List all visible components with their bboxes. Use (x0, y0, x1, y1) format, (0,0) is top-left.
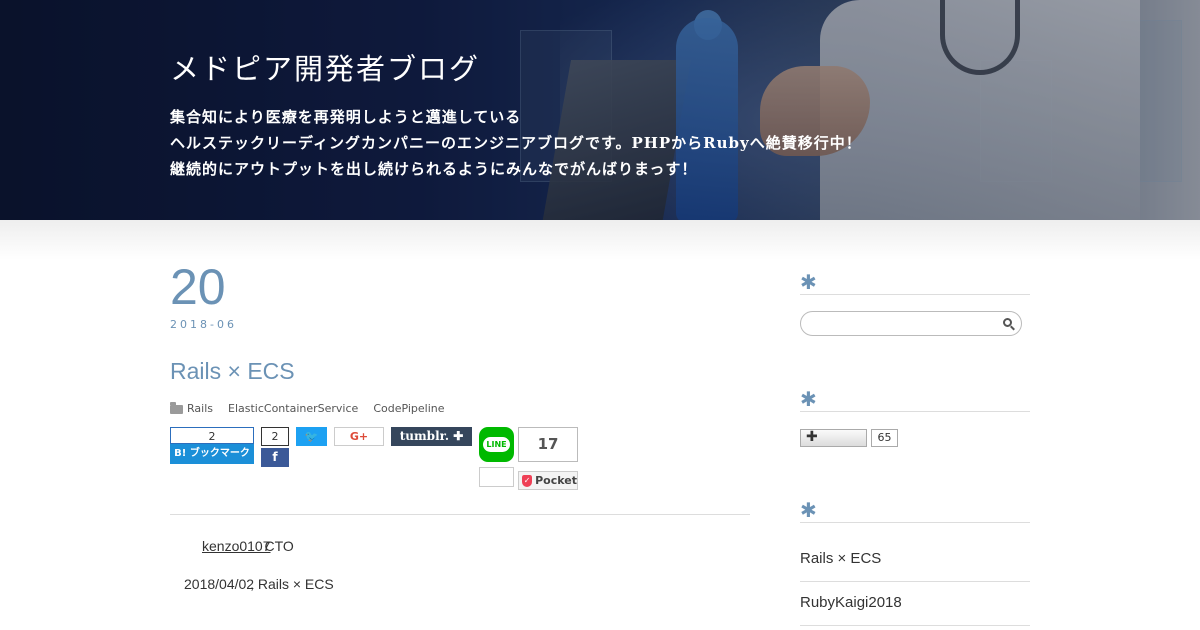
hatena-bookmark-count: 2 (170, 427, 254, 444)
recent-post-link[interactable]: Rails × ECS (800, 550, 881, 567)
list-item: RubyKaigi2018 (800, 582, 1030, 626)
tagline-line: ヘルステックリーディングカンパニーのエンジニアブログです。PHPからRubyへ絶… (170, 134, 862, 152)
pocket-save-button[interactable]: ✓ Pocket (518, 471, 578, 490)
post-date-year-month: 2018-06 (170, 318, 237, 331)
category-link[interactable]: ElasticContainerService (228, 402, 358, 415)
pocket-save-count: 17 (518, 427, 578, 462)
facebook-share-count: 2 (261, 427, 289, 446)
folder-icon (170, 401, 183, 414)
category-link[interactable]: Rails (187, 402, 213, 415)
recent-post-link[interactable]: RubyKaigi2018 (800, 594, 902, 611)
author-role: CTO (264, 538, 294, 554)
search-input[interactable] (809, 315, 993, 334)
tumblr-share-button[interactable]: tumblr. ✚ (391, 427, 472, 446)
post-body-text: , Rails × ECS (250, 576, 334, 592)
twitter-share-button[interactable]: 🐦 (296, 427, 327, 446)
hatena-bookmark-label: B! ブックマーク (170, 444, 254, 464)
tagline-line: 集合知により医療を再発明しようと邁進している (170, 108, 522, 126)
recent-posts-list: Rails × ECS RubyKaigi2018 (800, 538, 1030, 626)
post-title[interactable]: Rails × ECS (170, 358, 295, 385)
twitter-bird-icon: 🐦 (304, 430, 319, 443)
post-author-line: kenzo0107CTO (202, 538, 294, 554)
line-share-button[interactable]: LINE (479, 427, 514, 462)
post-date-day: 20 (170, 259, 226, 315)
line-icon: LINE (483, 437, 510, 452)
hatena-bookmark-button[interactable]: 2 B! ブックマーク (170, 427, 254, 467)
site-title[interactable]: メドピア開発者ブログ (170, 46, 480, 88)
follow-button[interactable]: ✚ (800, 429, 867, 447)
post-body-date: 2018/04/02 (184, 576, 255, 592)
facebook-share-button[interactable]: 2 f (261, 427, 289, 467)
search-icon[interactable] (1003, 318, 1012, 327)
pocket-icon: ✓ (522, 474, 533, 487)
widget-title-follow: ✱ (800, 387, 1030, 412)
pocket-label: Pocket (535, 474, 577, 487)
author-link[interactable]: kenzo0107 (202, 538, 271, 554)
widget-title-recent: ✱ (800, 498, 1030, 523)
site-tagline: 集合知により医療を再発明しようと邁進している ヘルステックリーディングカンパニー… (170, 104, 862, 182)
post-divider (170, 514, 750, 515)
facebook-icon: f (261, 448, 289, 467)
search-box[interactable] (800, 311, 1022, 336)
google-plus-share-button[interactable]: G+ (334, 427, 384, 446)
header-shadow (0, 220, 1200, 260)
list-item: Rails × ECS (800, 538, 1030, 582)
post-categories: Rails ElasticContainerService CodePipeli… (170, 401, 460, 415)
post-body-line: 2018/04/02, Rails × ECS (184, 576, 334, 592)
line-share-count (479, 467, 514, 487)
category-link[interactable]: CodePipeline (373, 402, 444, 415)
follow-count: 65 (871, 429, 898, 447)
tagline-line: 継続的にアウトプットを出し続けられるようにみんなでがんばりまっす！ (170, 160, 698, 178)
widget-title-search: ✱ (800, 270, 1030, 295)
